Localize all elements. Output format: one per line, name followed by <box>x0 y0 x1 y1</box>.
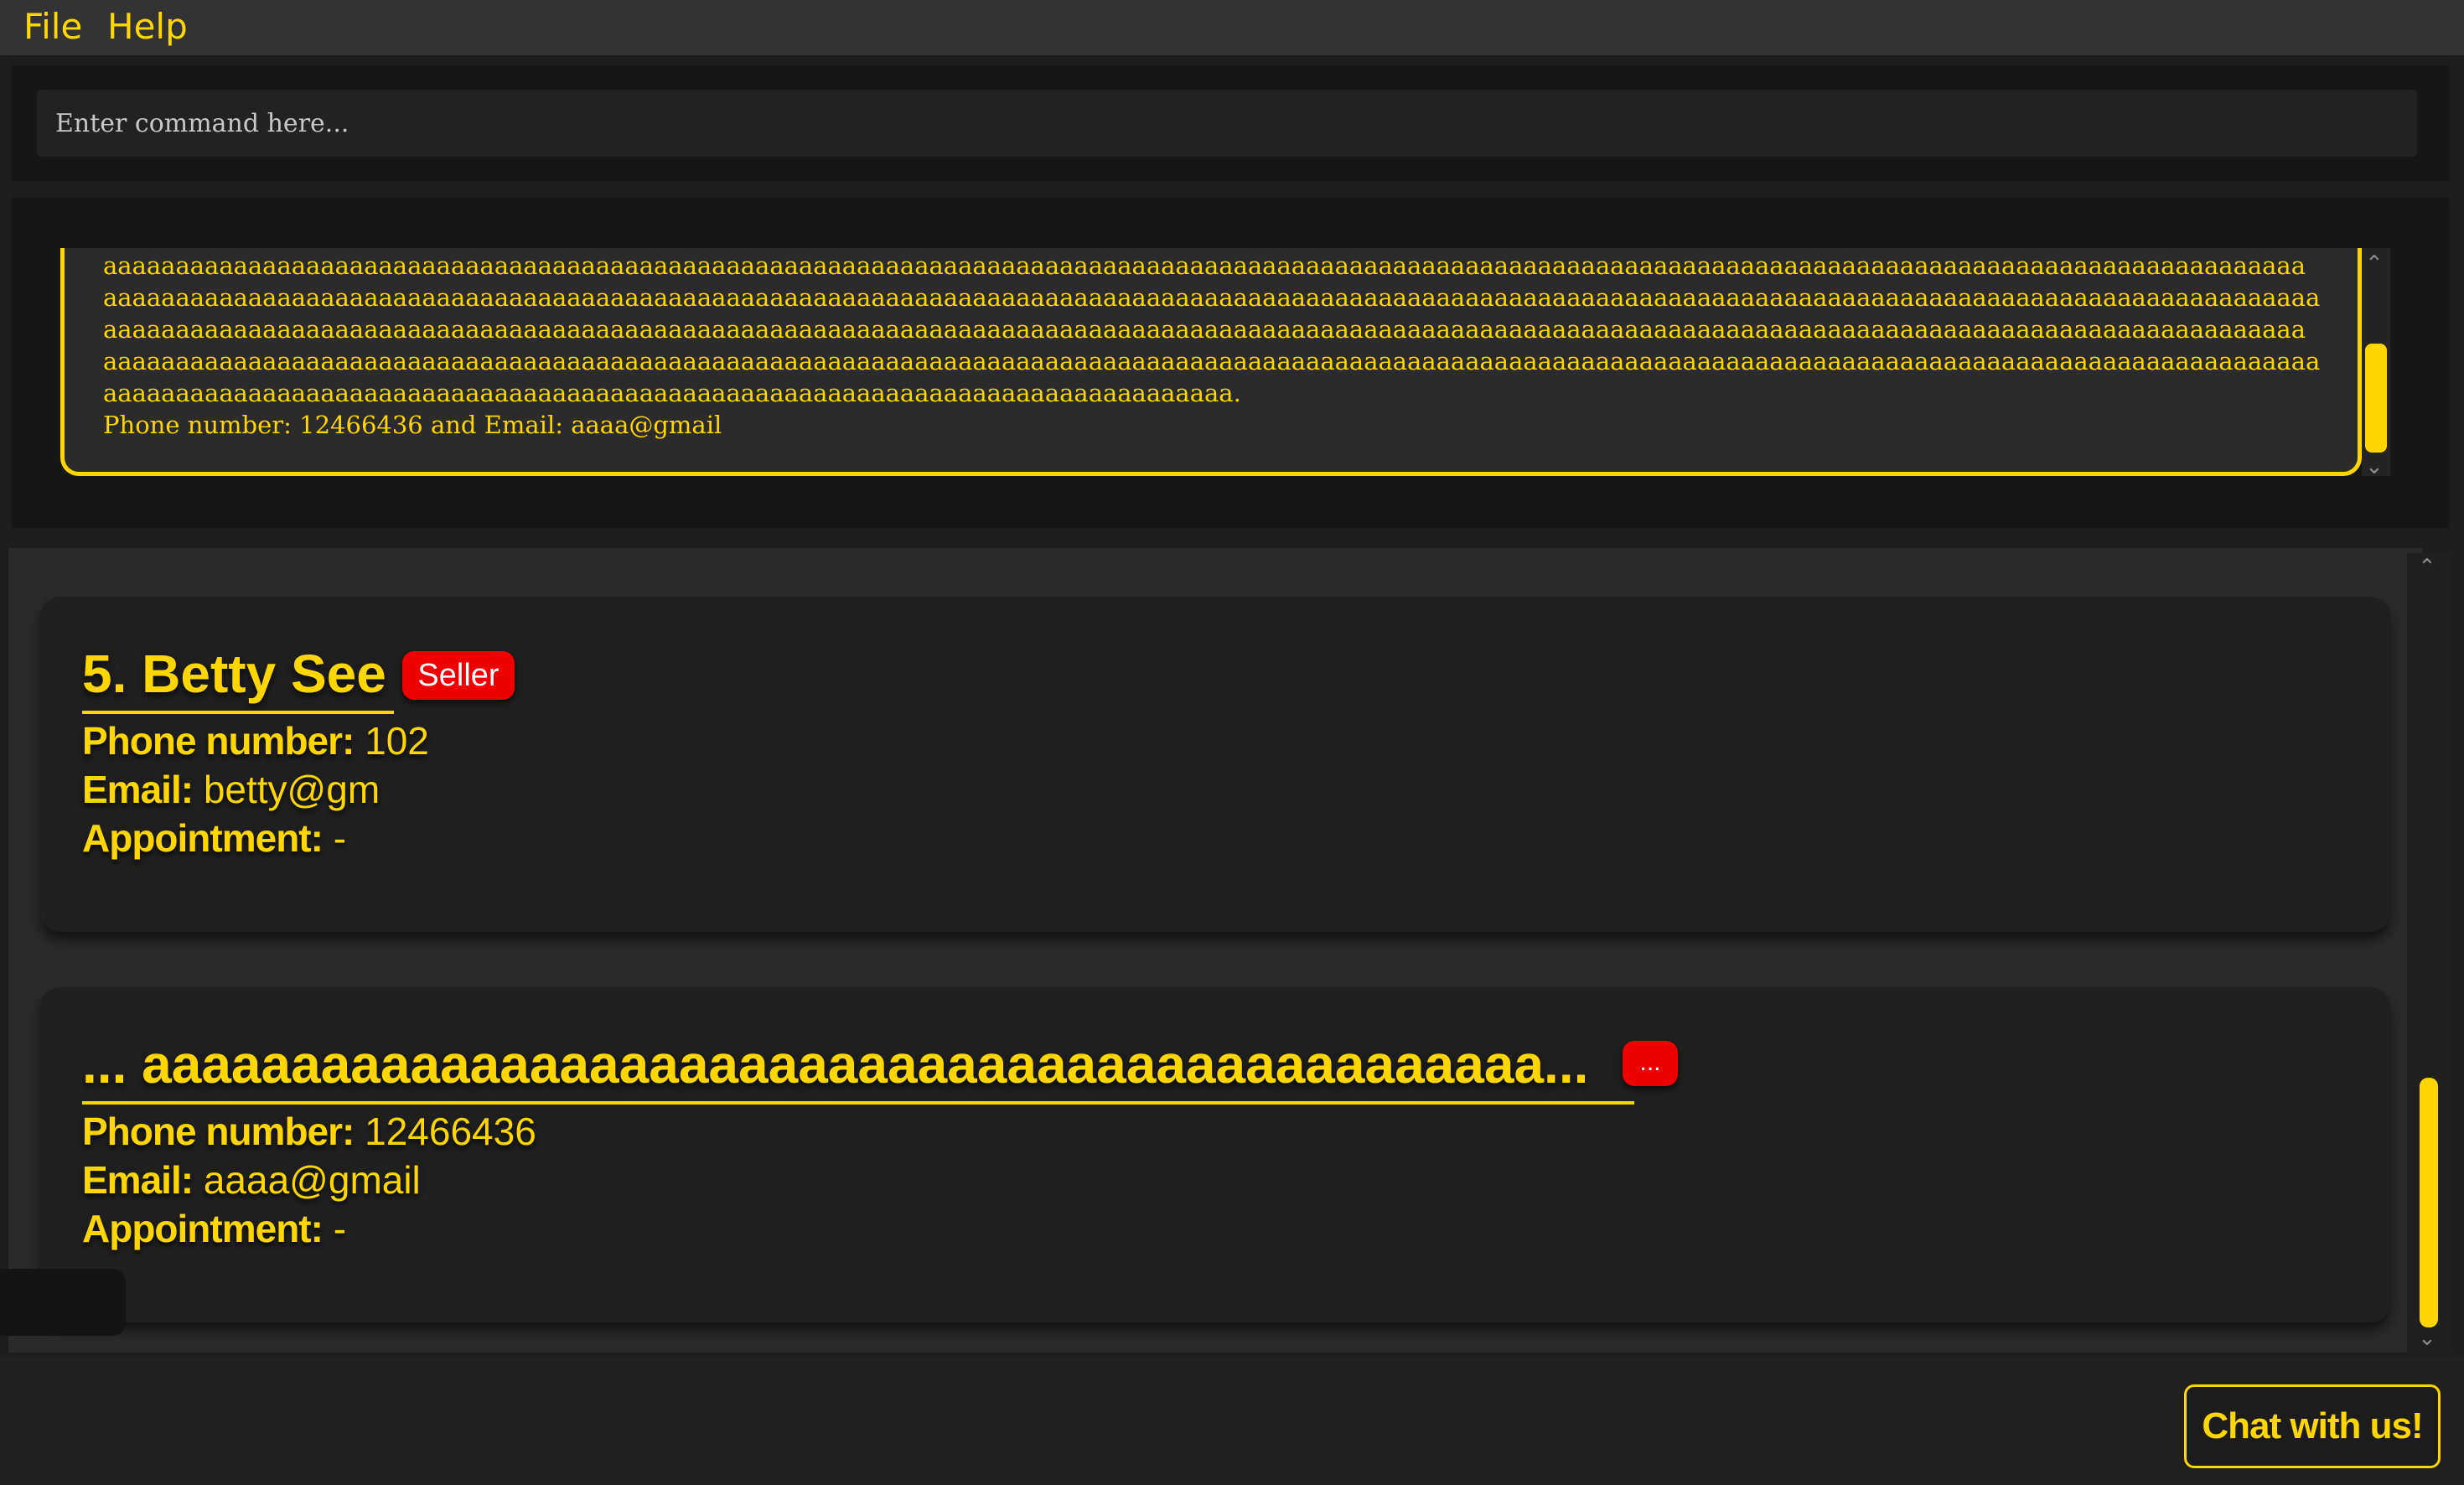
command-input[interactable] <box>37 90 2417 157</box>
scroll-down-icon[interactable]: ⌄ <box>2365 456 2384 478</box>
phone-field: Phone number: 102 <box>82 719 429 763</box>
email-field: Email: betty@gm <box>82 768 380 811</box>
list-scrollbar-thumb[interactable] <box>2420 1078 2438 1327</box>
list-scroll-up-icon[interactable]: ⌃ <box>2418 556 2436 578</box>
appointment-field: Appointment: - <box>82 1207 347 1250</box>
person-name: 5. Betty See <box>82 644 386 704</box>
status-bar <box>0 1356 2464 1485</box>
result-display[interactable]: aaaaaaaaaaaaaaaaaaaaaaaaaaaaaaaaaaaaaaaa… <box>60 248 2362 476</box>
scroll-up-icon[interactable]: ⌃ <box>2365 253 2384 275</box>
menu-file[interactable]: File <box>23 3 82 50</box>
person-card[interactable]: ... aaaaaaaaaaaaaaaaaaaaaaaaaaaaaaaaaaaa… <box>40 987 2390 1322</box>
person-name: ... aaaaaaaaaaaaaaaaaaaaaaaaaaaaaaaaaaaa… <box>82 1034 1589 1094</box>
result-scrollbar-thumb[interactable] <box>2365 344 2387 453</box>
result-text: aaaaaaaaaaaaaaaaaaaaaaaaaaaaaaaaaaaaaaaa… <box>103 251 2321 439</box>
chat-button[interactable]: Chat with us! <box>2184 1384 2441 1468</box>
name-underline <box>82 1101 1634 1105</box>
phone-field: Phone number: 12466436 <box>82 1110 536 1153</box>
email-field: Email: aaaa@gmail <box>82 1158 421 1202</box>
person-card[interactable]: 5. Betty See Seller Phone number: 102 Em… <box>40 597 2390 932</box>
name-underline <box>82 711 394 714</box>
overlay-fragment <box>0 1269 126 1336</box>
menu-bar: File Help <box>0 0 2464 55</box>
appointment-field: Appointment: - <box>82 816 347 860</box>
list-scroll-down-icon[interactable]: ⌄ <box>2418 1327 2436 1349</box>
menu-help[interactable]: Help <box>107 3 188 50</box>
tag-badge: ... <box>1623 1041 1678 1086</box>
tag-badge: Seller <box>402 651 515 700</box>
